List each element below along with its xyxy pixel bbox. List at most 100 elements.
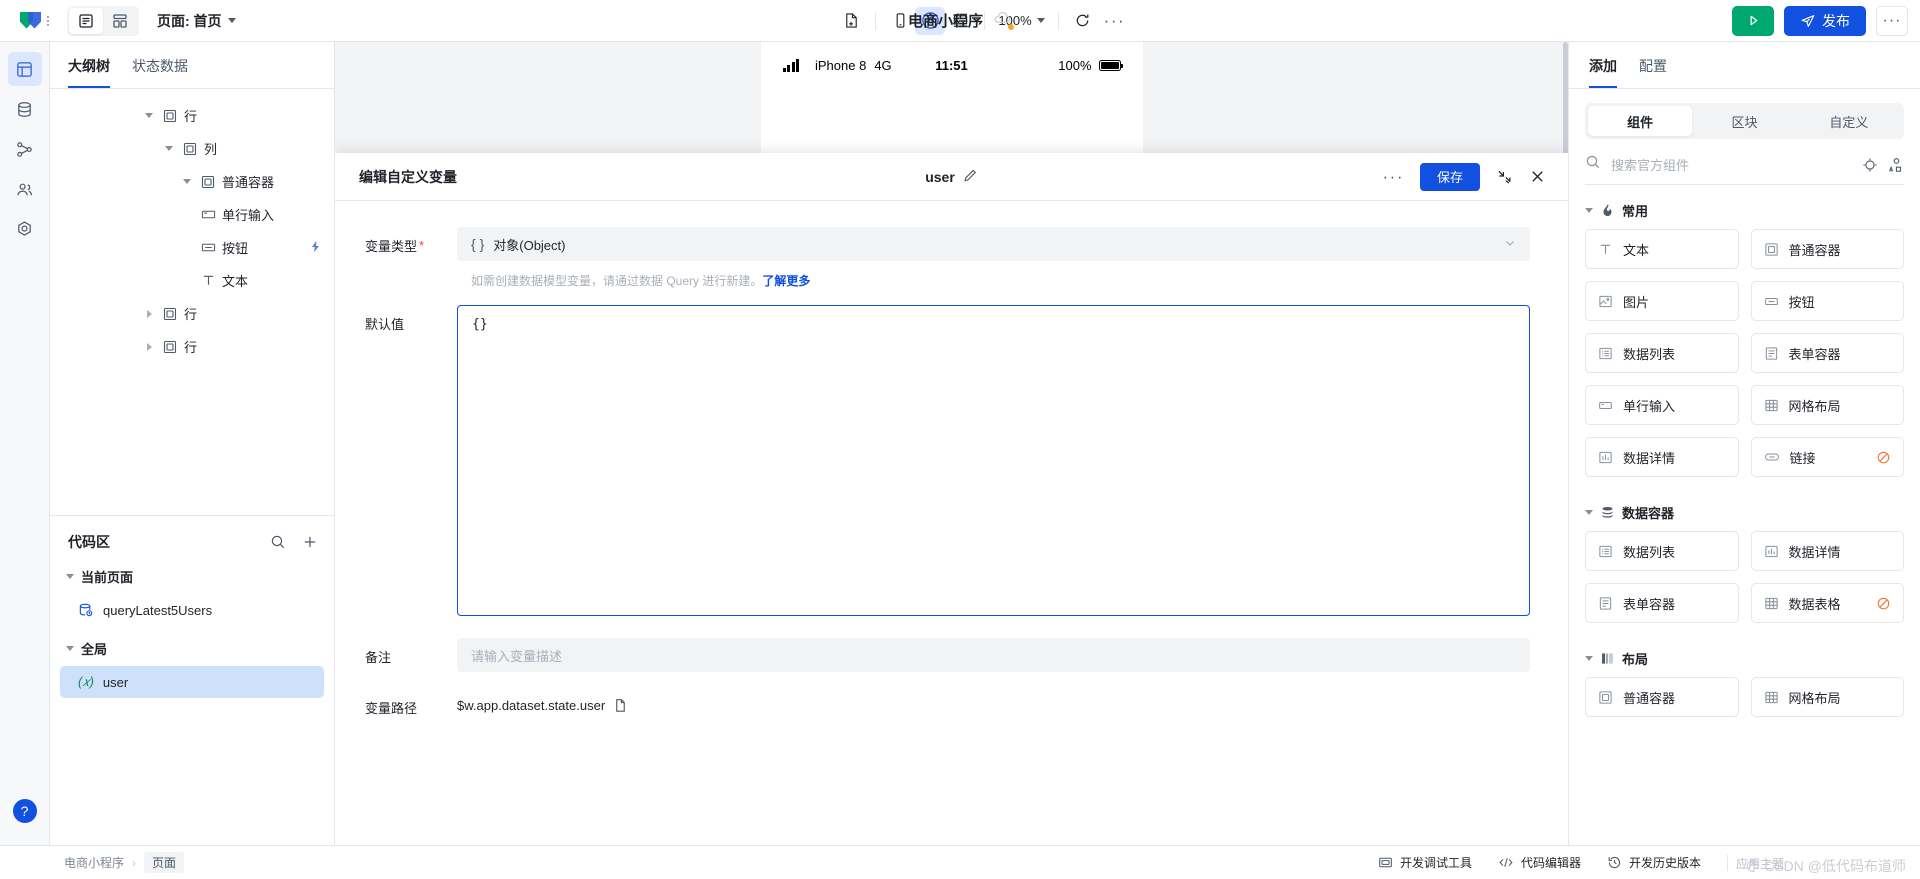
debug-tools-button[interactable]: 开发调试工具 — [1378, 854, 1472, 871]
chevron-right-icon[interactable] — [142, 309, 156, 318]
tree-node-row-1[interactable]: 行 — [50, 99, 334, 132]
phone-status-bar: iPhone 8 4G 11:51 100% — [760, 42, 1143, 88]
right-panel: 添加 配置 组件 区块 自定义 搜索官方组件 常用 文本 普通容器 图片 按钮 … — [1568, 42, 1920, 845]
tab-add[interactable]: 添加 — [1589, 56, 1617, 88]
code-section-header: 代码区 — [50, 530, 334, 554]
tree-node-button[interactable]: 按钮 — [50, 231, 334, 264]
copy-icon[interactable] — [613, 698, 628, 713]
pencil-icon[interactable] — [963, 168, 978, 186]
component-card-form-2[interactable]: 表单容器 — [1585, 583, 1739, 623]
code-editor-button[interactable]: 代码编辑器 — [1498, 854, 1581, 871]
page-selector[interactable]: 页面: 首页 — [157, 11, 236, 31]
component-card-data-detail-2[interactable]: 数据详情 — [1750, 531, 1904, 571]
chevron-down-icon — [1036, 18, 1045, 23]
chevron-down-icon[interactable] — [162, 146, 176, 151]
component-card-data-list-2[interactable]: 数据列表 — [1585, 531, 1739, 571]
top-toolbar: 页面: 首页 100% ··· 电商小程序 发布 ··· — [0, 0, 1920, 42]
component-card-container-2[interactable]: 普通容器 — [1585, 677, 1739, 717]
plus-icon[interactable] — [302, 534, 318, 550]
component-card-image[interactable]: 图片 — [1585, 281, 1739, 321]
dev-history-button[interactable]: 开发历史版本 — [1607, 854, 1701, 871]
code-item-user-variable[interactable]: (𝑥) user — [60, 666, 324, 698]
view-grid-icon[interactable] — [103, 8, 137, 34]
logo[interactable] — [12, 10, 55, 32]
component-card-link[interactable]: 链接 — [1750, 437, 1904, 477]
tab-outline-tree[interactable]: 大纲树 — [68, 56, 110, 88]
grid-icon — [1764, 398, 1779, 413]
view-outline-icon[interactable] — [69, 7, 103, 34]
tree-node-row-2[interactable]: 行 — [50, 297, 334, 330]
topbar-more-button[interactable]: ··· — [1876, 5, 1909, 36]
rail-item-flows[interactable] — [8, 132, 42, 166]
braces-icon: { } — [471, 236, 485, 252]
collapse-icon[interactable] — [1496, 168, 1513, 185]
divider — [1727, 854, 1728, 871]
list-icon — [1598, 346, 1613, 361]
tab-config[interactable]: 配置 — [1639, 56, 1667, 88]
canvas-scrollbar[interactable] — [1563, 42, 1568, 162]
rail-item-data[interactable] — [8, 92, 42, 126]
run-button[interactable] — [1732, 5, 1775, 36]
component-card-data-detail[interactable]: 数据详情 — [1585, 437, 1739, 477]
rail-item-pages[interactable] — [7, 52, 42, 86]
menu-dots-icon[interactable] — [47, 15, 49, 26]
learn-more-link[interactable]: 了解更多 — [762, 274, 810, 288]
default-value-editor[interactable]: {} — [457, 305, 1530, 616]
component-card-button[interactable]: 按钮 — [1750, 281, 1904, 321]
more-horizontal-icon[interactable]: ··· — [1098, 12, 1131, 29]
tab-state-data[interactable]: 状态数据 — [132, 56, 188, 88]
code-item-query[interactable]: queryLatest5Users — [60, 594, 324, 626]
refresh-icon[interactable] — [1068, 7, 1098, 35]
chevron-down-icon[interactable] — [142, 113, 156, 118]
component-search-input[interactable]: 搜索官方组件 — [1611, 155, 1852, 174]
component-group-common[interactable]: 常用 — [1585, 191, 1904, 229]
code-group-current-page[interactable]: 当前页面 — [50, 560, 334, 592]
component-card-container[interactable]: 普通容器 — [1750, 229, 1904, 269]
save-button[interactable]: 保存 — [1419, 162, 1480, 191]
canvas-area: iPhone 8 4G 11:51 100% 编辑自定义变量 user ··· … — [335, 42, 1568, 845]
component-card-label: 普通容器 — [1623, 690, 1676, 706]
breadcrumb-app[interactable]: 电商小程序 — [64, 854, 124, 871]
segment-blocks[interactable]: 区块 — [1692, 106, 1796, 136]
chevron-down-icon[interactable] — [180, 179, 194, 184]
code-group-global[interactable]: 全局 — [50, 632, 334, 664]
tree-node-input[interactable]: 单行输入 — [50, 198, 334, 231]
note-input[interactable]: 请输入变量描述 — [457, 638, 1530, 672]
component-card-data-table[interactable]: 数据表格 — [1750, 583, 1904, 623]
component-card-text[interactable]: 文本 — [1585, 229, 1739, 269]
component-card-form[interactable]: 表单容器 — [1750, 333, 1904, 373]
cloud-icon[interactable] — [993, 11, 1015, 30]
publish-button[interactable]: 发布 — [1784, 5, 1867, 36]
component-group-data-container[interactable]: 数据容器 — [1585, 493, 1904, 531]
segment-components[interactable]: 组件 — [1588, 106, 1693, 136]
tree-node-label: 行 — [184, 340, 198, 355]
more-horizontal-icon[interactable]: ··· — [1383, 168, 1404, 185]
tree-node-column[interactable]: 列 — [50, 132, 334, 165]
tree-node-container[interactable]: 普通容器 — [50, 165, 334, 198]
field-label-area: 备注 — [365, 638, 457, 672]
tree-node-text[interactable]: 文本 — [50, 264, 334, 297]
shapes-icon[interactable] — [1888, 157, 1904, 173]
component-card-data-list[interactable]: 数据列表 — [1585, 333, 1739, 373]
container-icon — [162, 306, 178, 322]
new-page-icon[interactable] — [836, 7, 866, 35]
breadcrumb: 电商小程序 › 页面 — [16, 852, 185, 873]
target-icon[interactable] — [1862, 157, 1878, 173]
breadcrumb-page[interactable]: 页面 — [144, 852, 185, 873]
tree-node-row-3[interactable]: 行 — [50, 330, 334, 363]
component-group-layout[interactable]: 布局 — [1585, 639, 1904, 677]
component-card-grid-layout-2[interactable]: 网格布局 — [1750, 677, 1904, 717]
component-card-grid-layout[interactable]: 网格布局 — [1750, 385, 1904, 425]
chevron-right-icon[interactable] — [142, 342, 156, 351]
close-icon[interactable] — [1529, 168, 1546, 185]
link-icon — [1764, 449, 1780, 465]
tree-node-label: 列 — [204, 142, 218, 157]
help-button[interactable]: ? — [12, 799, 37, 823]
variable-type-value: 对象(Object) — [493, 237, 566, 253]
rail-item-settings[interactable] — [8, 212, 42, 246]
rail-item-users[interactable] — [8, 172, 42, 206]
variable-type-select[interactable]: { } 对象(Object) — [457, 227, 1530, 261]
search-icon[interactable] — [270, 534, 286, 550]
segment-custom[interactable]: 自定义 — [1797, 106, 1901, 136]
component-card-input[interactable]: 单行输入 — [1585, 385, 1739, 425]
